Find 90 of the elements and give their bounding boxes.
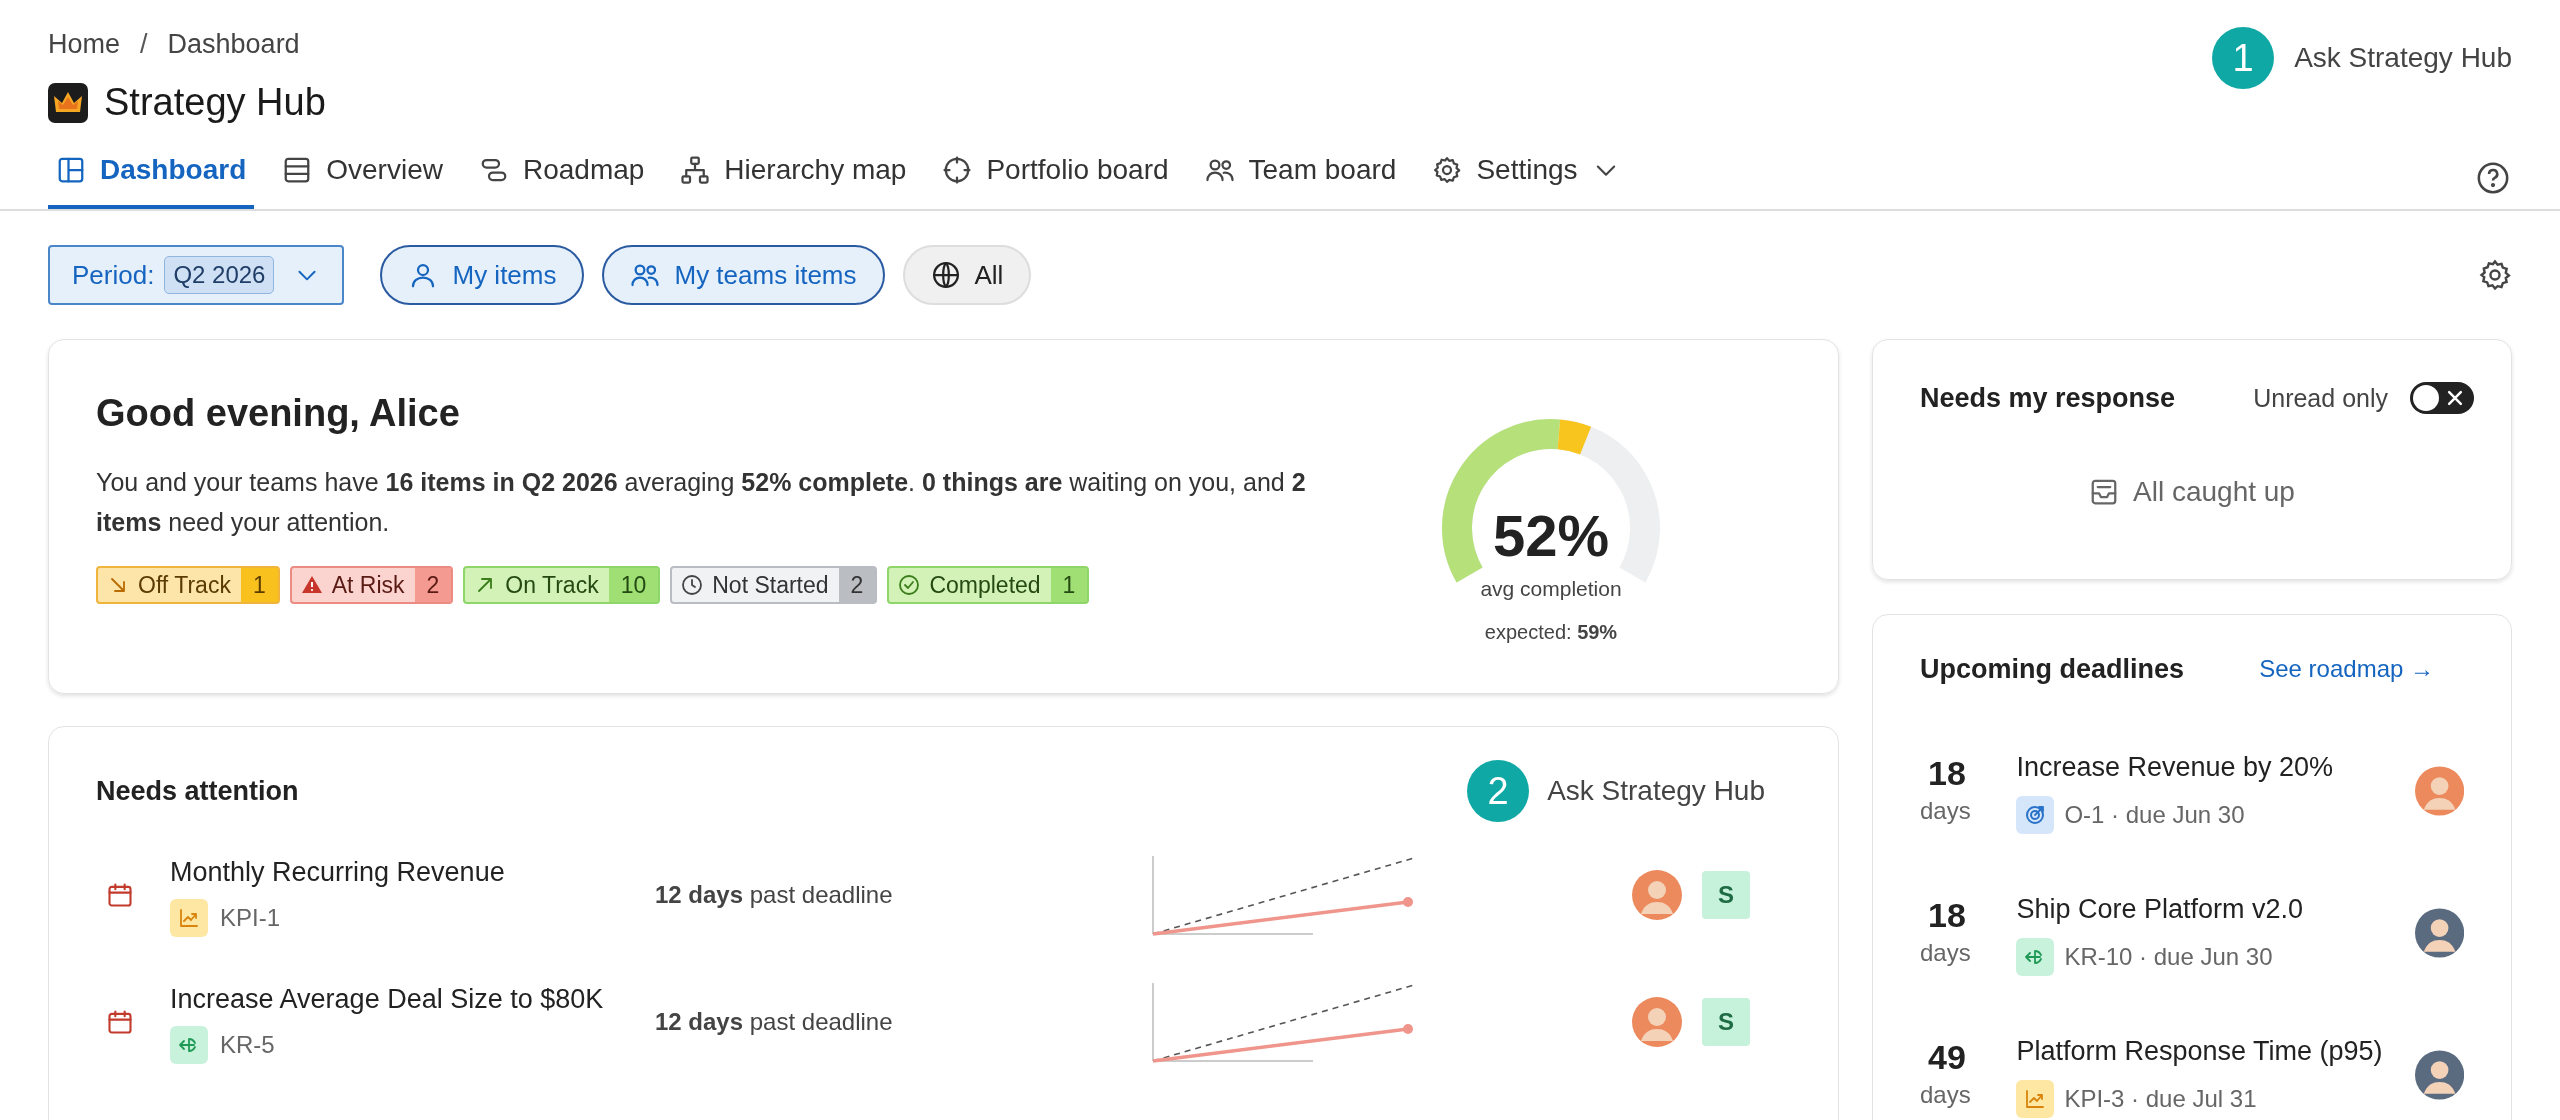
chart-up-icon: [2016, 1079, 2055, 1118]
nav-tab[interactable]: Dashboard: [48, 141, 255, 209]
avatar-icon: [1632, 996, 1682, 1047]
nav-tab[interactable]: Hierarchy map: [672, 141, 915, 209]
status-label: Not Started: [712, 570, 829, 600]
settings-icon[interactable]: [2478, 258, 2512, 292]
empty-state-text: All caught up: [2133, 474, 2295, 509]
scope-filter-chip[interactable]: My items: [380, 245, 585, 305]
status-label: On Track: [505, 570, 599, 600]
status-label: Off Track: [138, 570, 231, 600]
days-unit: days: [1920, 795, 1971, 826]
assignee-badge: S: [1702, 997, 1750, 1046]
nav-tab[interactable]: Roadmap: [470, 141, 653, 209]
days-count: 49: [1928, 1036, 1966, 1077]
scope-filter-chip[interactable]: All: [902, 245, 1032, 305]
number-badge: 2: [1467, 760, 1530, 822]
ask-assistant-button[interactable]: 2 Ask Strategy Hub: [1467, 759, 1765, 823]
status-chip[interactable]: At Risk 2: [289, 566, 454, 604]
item-key: KPI-1: [220, 899, 281, 936]
hierarchy-icon: [680, 155, 711, 185]
status-chip[interactable]: Completed 1: [887, 566, 1090, 604]
period-value: Q2 2026: [164, 256, 275, 294]
section-title: Needs attention: [96, 774, 299, 808]
crown-logo-icon: [48, 82, 88, 123]
see-roadmap-link[interactable]: See roadmap →: [2259, 651, 2434, 688]
summary-text: You and your teams have 16 items in Q2 2026 averaging 52% complete. 0 things are waiting on you, and 2 items need your attention.: [96, 467, 1307, 538]
days-count: 18: [1928, 752, 1966, 793]
avatar-icon: [2414, 1049, 2464, 1100]
clock-icon: [680, 573, 705, 597]
deadline-title[interactable]: Ship Core Platform v2.0: [2016, 889, 2415, 930]
chart-up-icon: [170, 898, 208, 937]
ask-assistant-button[interactable]: 1 Ask Strategy Hub: [2212, 26, 2512, 90]
avatar-icon: [2414, 907, 2464, 958]
deadline-title[interactable]: Increase Revenue by 20%: [2016, 747, 2415, 788]
avatar-icon: [2414, 765, 2464, 816]
calendar-icon: [106, 1007, 134, 1036]
item-title[interactable]: Monthly Recurring Revenue: [170, 852, 655, 893]
deadline-meta: O-1 · due Jun 30: [2064, 799, 2245, 830]
days-unit: days: [1920, 1079, 1971, 1110]
unread-toggle[interactable]: [2410, 382, 2474, 415]
nav-tab[interactable]: Overview: [274, 141, 451, 209]
scope-filter-chip[interactable]: My teams items: [602, 245, 885, 305]
avatar-icon: [1632, 869, 1682, 920]
section-title: Upcoming deadlines: [1920, 653, 2185, 686]
breadcrumb-link[interactable]: Dashboard: [167, 23, 300, 65]
period-dropdown[interactable]: Period: Q2 2026: [48, 245, 345, 305]
status-count: 10: [608, 568, 659, 602]
toggle-label: Unread only: [2253, 382, 2388, 414]
layout-icon: [56, 155, 86, 185]
number-badge: 1: [2212, 27, 2275, 89]
status-count: 1: [1050, 568, 1088, 602]
help-icon[interactable]: [2476, 161, 2510, 195]
app-title: Strategy Hub: [104, 80, 326, 125]
days-count: 18: [1928, 894, 1966, 935]
status-chip[interactable]: Off Track 1: [96, 566, 280, 604]
assignee-badge: S: [1702, 870, 1750, 919]
globe-icon: [930, 260, 961, 290]
status-chip[interactable]: On Track 10: [463, 566, 661, 604]
period-label: Period:: [72, 258, 155, 292]
status-count: 1: [240, 568, 278, 602]
item-key: KR-5: [220, 1026, 275, 1063]
greeting-heading: Good evening, Alice: [96, 391, 461, 436]
check-circle-icon: [897, 573, 922, 597]
target-icon: [2016, 795, 2055, 834]
nav-tab[interactable]: Portfolio board: [934, 141, 1177, 209]
crosshair-icon: [942, 155, 973, 185]
status-label: Completed: [929, 570, 1041, 600]
status-count: 2: [838, 568, 876, 602]
gauge-value: 52%: [1492, 503, 1610, 569]
deadline-status: 12 days past deadline: [655, 1006, 894, 1037]
branch-arrows-icon: [2016, 937, 2055, 976]
calendar-icon: [106, 880, 134, 909]
status-count: 2: [414, 568, 452, 602]
status-chip[interactable]: Not Started 2: [670, 566, 878, 604]
nav-tab[interactable]: Team board: [1196, 141, 1405, 209]
gauge-caption: avg completion: [1480, 576, 1622, 602]
settings-icon: [1432, 155, 1463, 185]
status-label: At Risk: [331, 570, 405, 600]
expected-completion: expected: 59%: [1484, 619, 1618, 645]
section-title: Needs my response: [1920, 382, 2176, 415]
deadline-meta: KPI-3 · due Jul 31: [2064, 1083, 2257, 1114]
breadcrumb-separator: /: [140, 27, 148, 61]
deadline-title[interactable]: Platform Response Time (p95): [2016, 1031, 2415, 1072]
deadline-meta: KR-10 · due Jun 30: [2064, 941, 2273, 972]
days-unit: days: [1920, 937, 1971, 968]
branch-arrows-icon: [170, 1025, 208, 1064]
item-title[interactable]: Increase Average Deal Size to $80K: [170, 979, 655, 1020]
deadline-status: 12 days past deadline: [655, 879, 894, 910]
breadcrumb-link[interactable]: Home: [48, 23, 121, 65]
nav-tab[interactable]: Settings: [1424, 141, 1628, 209]
